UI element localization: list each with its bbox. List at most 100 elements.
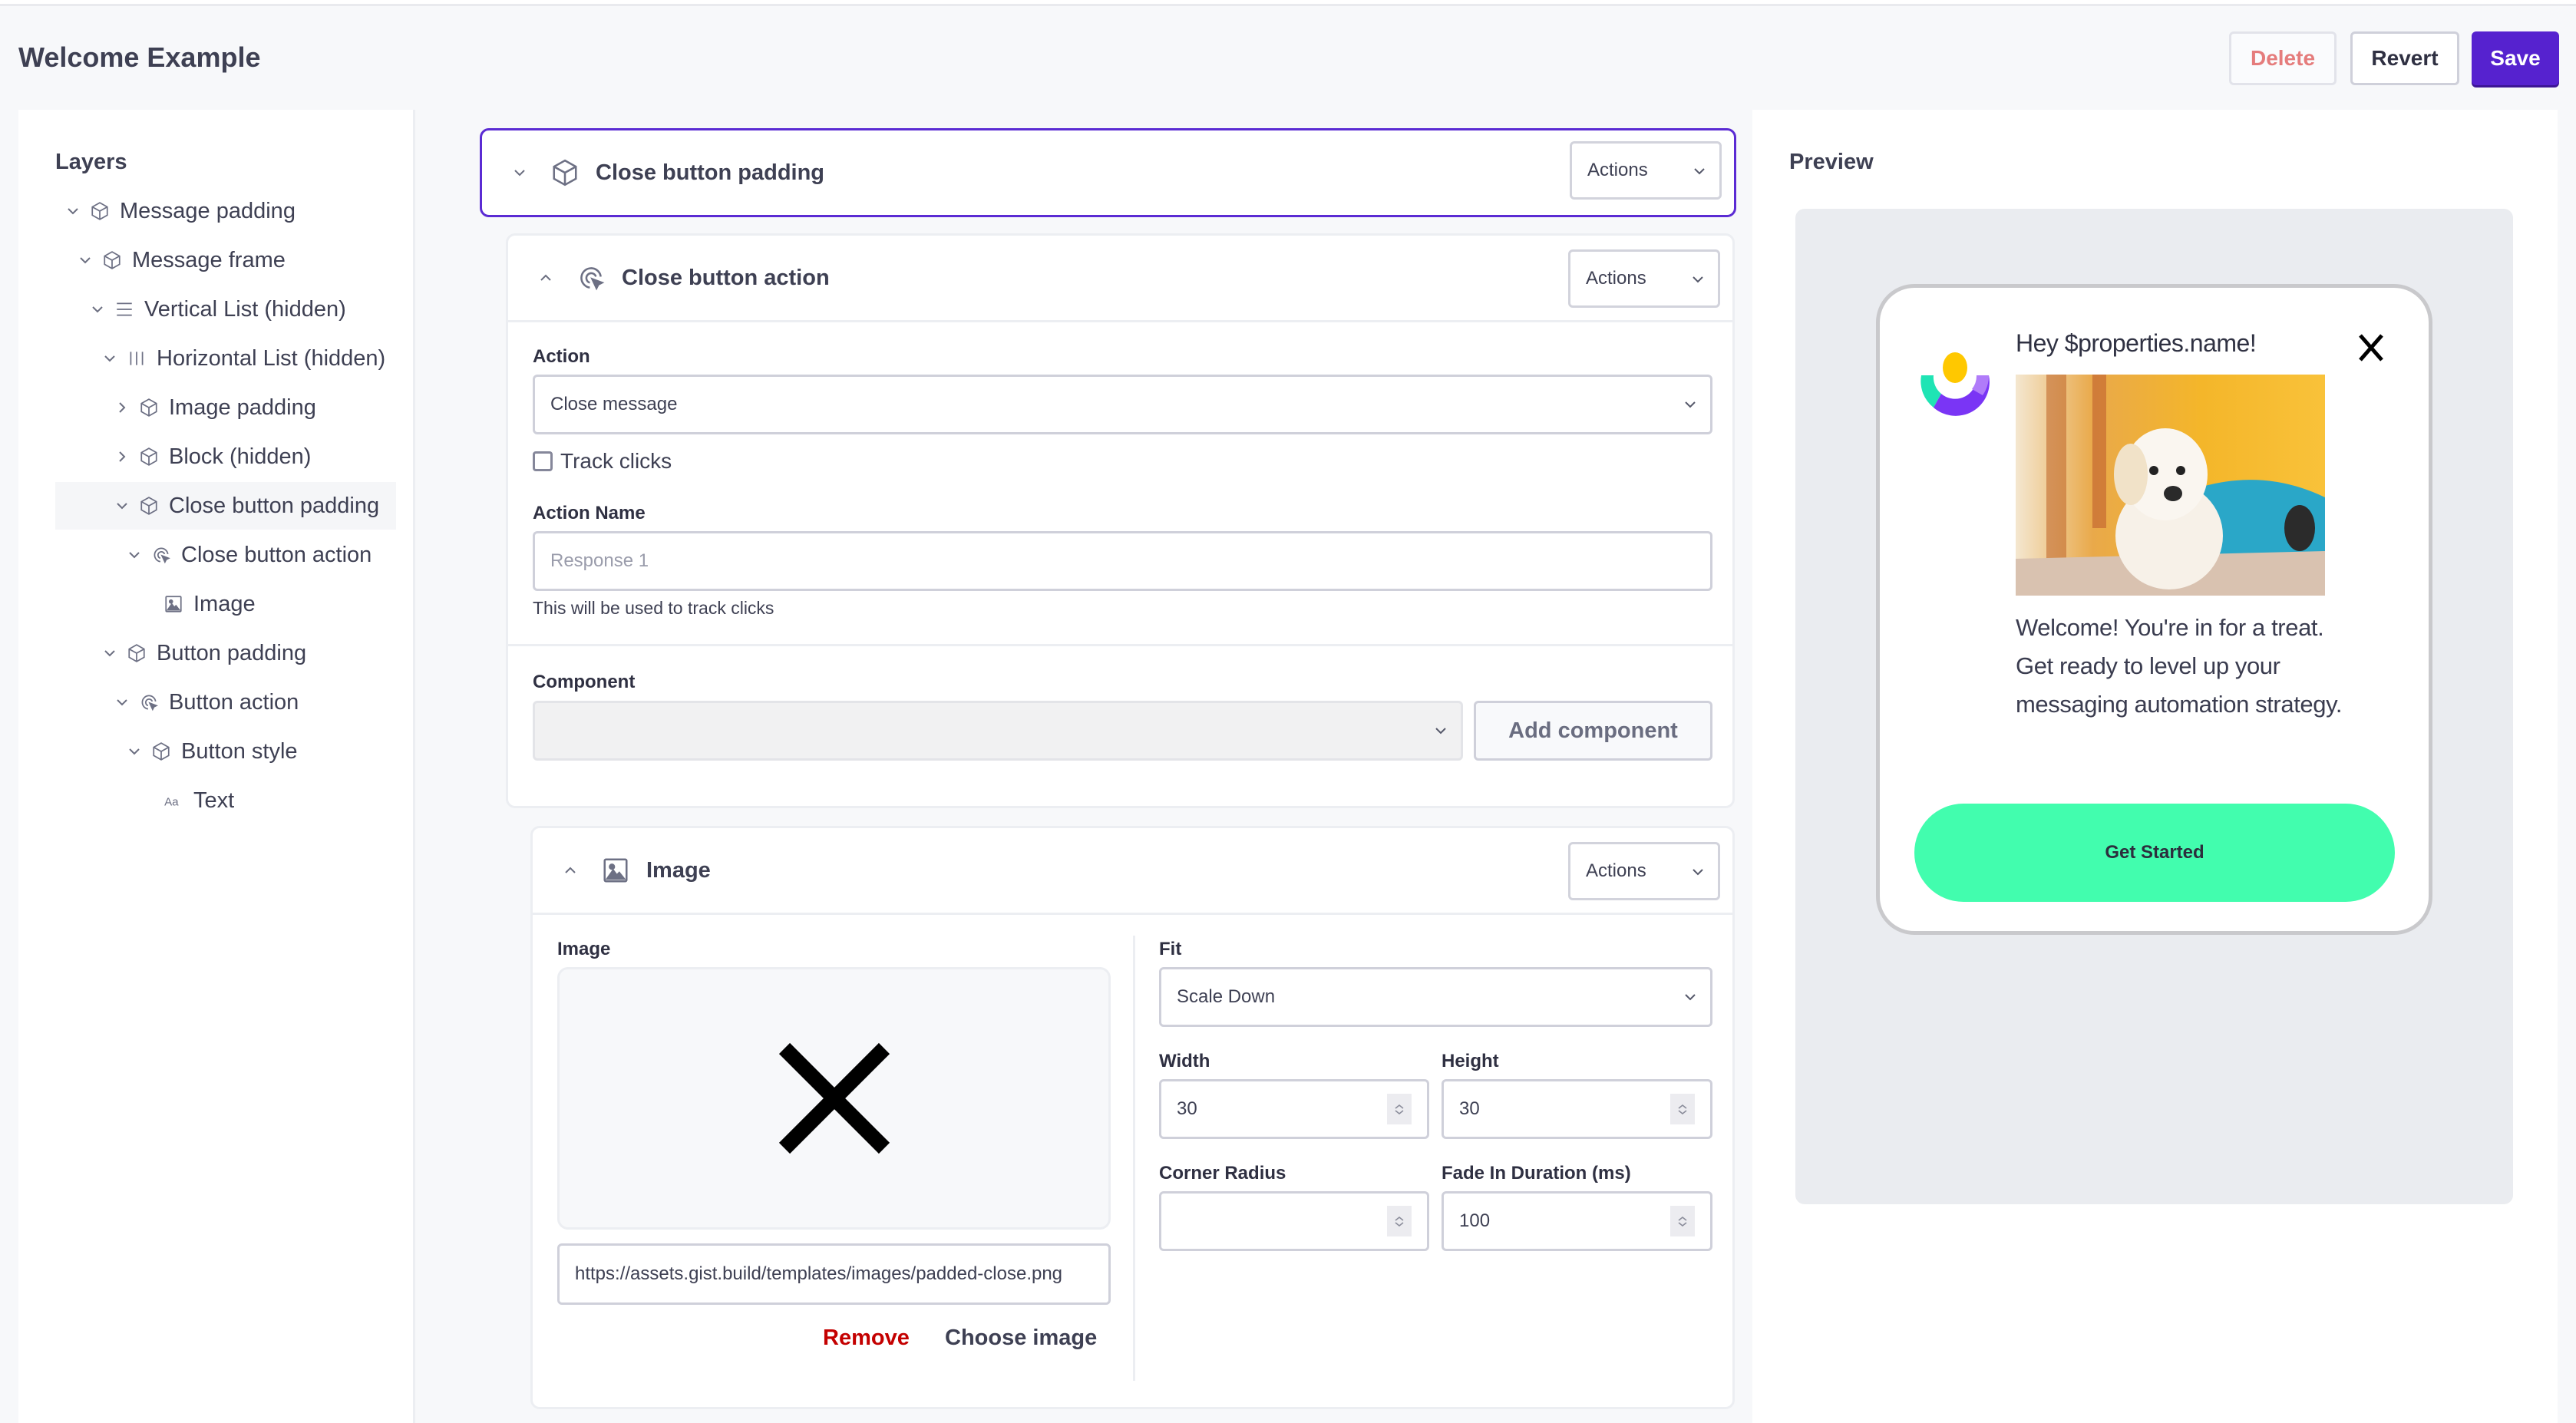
cube-icon	[138, 495, 160, 517]
corner-radius-stepper[interactable]	[1387, 1206, 1412, 1236]
action-name-input[interactable]: Response 1	[533, 531, 1712, 591]
layer-item[interactable]: Block (hidden)	[55, 433, 311, 480]
card-header: Close button action	[508, 236, 1732, 320]
image-url-value: https://assets.gist.build/templates/imag…	[575, 1263, 1063, 1284]
fade-duration-input[interactable]: 100	[1442, 1191, 1712, 1251]
actions-dropdown[interactable]: Actions	[1570, 141, 1722, 200]
width-input[interactable]: 30	[1159, 1079, 1429, 1139]
chevron-down-icon[interactable]	[112, 498, 132, 513]
message-heading: Hey $properties.name!	[2016, 329, 2257, 357]
fit-select-value: Scale Down	[1177, 986, 1276, 1007]
choose-image-button[interactable]: Choose image	[945, 1326, 1097, 1351]
layer-item-label: Button padding	[157, 640, 307, 665]
get-started-button[interactable]: Get Started	[1914, 804, 2395, 902]
layer-item-label: Horizontal List (hidden)	[157, 345, 386, 371]
close-x-image	[778, 1042, 890, 1154]
layer-item-label: Block (hidden)	[169, 444, 312, 469]
actions-dropdown[interactable]: Actions	[1568, 842, 1720, 900]
layer-item[interactable]: Image padding	[55, 384, 316, 431]
fit-select[interactable]: Scale Down	[1159, 967, 1712, 1027]
layer-item[interactable]: Button padding	[55, 629, 306, 677]
chevron-down-icon[interactable]	[124, 547, 144, 563]
actions-dropdown[interactable]: Actions	[1568, 249, 1720, 308]
puppy-image	[2016, 375, 2325, 596]
layer-item-label: Image padding	[169, 395, 316, 420]
chevron-down-icon[interactable]	[112, 695, 132, 710]
fade-duration-value: 100	[1459, 1210, 1491, 1231]
width-stepper[interactable]	[1387, 1094, 1412, 1124]
message-card: Hey $properties.name! Welcome! You're in…	[1876, 284, 2432, 935]
stepper-arrows-icon	[1395, 1216, 1404, 1227]
preview-canvas: Hey $properties.name! Welcome! You're in…	[1795, 209, 2513, 1204]
card-title: Image	[646, 857, 711, 883]
track-clicks-row[interactable]: Track clicks	[533, 449, 672, 474]
chevron-down-icon[interactable]	[124, 744, 144, 759]
chevron-down-icon[interactable]	[75, 253, 95, 268]
image-url-input[interactable]: https://assets.gist.build/templates/imag…	[557, 1243, 1111, 1305]
action-select[interactable]: Close message	[533, 375, 1712, 434]
component-select[interactable]	[533, 701, 1463, 761]
height-input[interactable]: 30	[1442, 1079, 1712, 1139]
layer-item[interactable]: Vertical List (hidden)	[55, 286, 346, 333]
layer-item-label: Vertical List (hidden)	[144, 296, 346, 322]
layer-item[interactable]: Aa Text	[55, 777, 234, 824]
layer-item[interactable]: Close button action	[55, 531, 372, 579]
chevron-up-icon[interactable]	[559, 863, 582, 878]
action-name-help: This will be used to track clicks	[533, 598, 774, 618]
layer-item[interactable]: Close button padding	[55, 482, 396, 530]
add-component-button[interactable]: Add component	[1474, 701, 1712, 761]
divider	[508, 644, 1732, 646]
puppy-photo	[2016, 375, 2325, 596]
card-title: Close button action	[622, 265, 830, 290]
card-header: Image	[533, 828, 1732, 913]
layers-panel: Layers Message padding Message frame Verti…	[18, 110, 415, 1423]
layer-item[interactable]: Message padding	[55, 187, 296, 235]
chevron-down-icon[interactable]	[100, 645, 120, 661]
layer-item[interactable]: Button action	[55, 678, 299, 726]
layer-item-label: Close button padding	[169, 493, 380, 518]
fade-duration-stepper[interactable]	[1670, 1206, 1695, 1236]
actions-label: Actions	[1586, 860, 1646, 881]
text-icon: Aa	[163, 790, 184, 811]
action-name-placeholder: Response 1	[550, 550, 649, 571]
chevron-right-icon[interactable]	[112, 400, 132, 415]
chevron-down-icon[interactable]	[508, 165, 531, 180]
image-preview[interactable]	[557, 967, 1111, 1230]
chevron-down-icon[interactable]	[88, 302, 107, 317]
close-button-padding-card[interactable]: Close button padding Actions	[480, 128, 1736, 217]
image-icon	[163, 593, 184, 615]
layer-item-label: Image	[193, 591, 256, 616]
stepper-arrows-icon	[1395, 1104, 1404, 1114]
close-icon[interactable]	[2356, 332, 2386, 363]
layer-item[interactable]: Message frame	[55, 236, 286, 284]
close-button-action-card: Close button action Actions Action Close…	[506, 233, 1735, 808]
horizontal-list-icon	[126, 348, 147, 369]
height-stepper[interactable]	[1670, 1094, 1695, 1124]
corner-radius-label: Corner Radius	[1159, 1163, 1286, 1184]
svg-text:Aa: Aa	[164, 796, 179, 809]
layer-item-label: Close button action	[181, 542, 372, 567]
corner-radius-input[interactable]	[1159, 1191, 1429, 1251]
chevron-down-icon[interactable]	[100, 351, 120, 366]
layer-item[interactable]: Horizontal List (hidden)	[55, 335, 385, 382]
track-clicks-checkbox[interactable]	[533, 451, 553, 471]
layer-item[interactable]: Button style	[55, 728, 298, 775]
action-label: Action	[533, 346, 590, 367]
chevron-down-icon	[1435, 728, 1446, 735]
action-select-value: Close message	[550, 394, 678, 414]
click-target-icon	[150, 544, 172, 566]
delete-button[interactable]: Delete	[2229, 31, 2337, 85]
layers-title: Layers	[55, 150, 127, 174]
save-button[interactable]: Save	[2472, 31, 2559, 85]
layer-item-label: Text	[193, 787, 235, 813]
layer-item-label: Button style	[181, 738, 298, 764]
chevron-up-icon[interactable]	[534, 270, 557, 286]
remove-image-button[interactable]: Remove	[823, 1326, 910, 1351]
divider	[533, 913, 1732, 915]
layer-item[interactable]: Image	[55, 580, 256, 628]
chevron-down-icon	[1694, 168, 1705, 175]
layer-item-label: Message padding	[120, 198, 296, 223]
chevron-right-icon[interactable]	[112, 449, 132, 464]
revert-button[interactable]: Revert	[2350, 31, 2459, 85]
chevron-down-icon[interactable]	[63, 203, 83, 219]
